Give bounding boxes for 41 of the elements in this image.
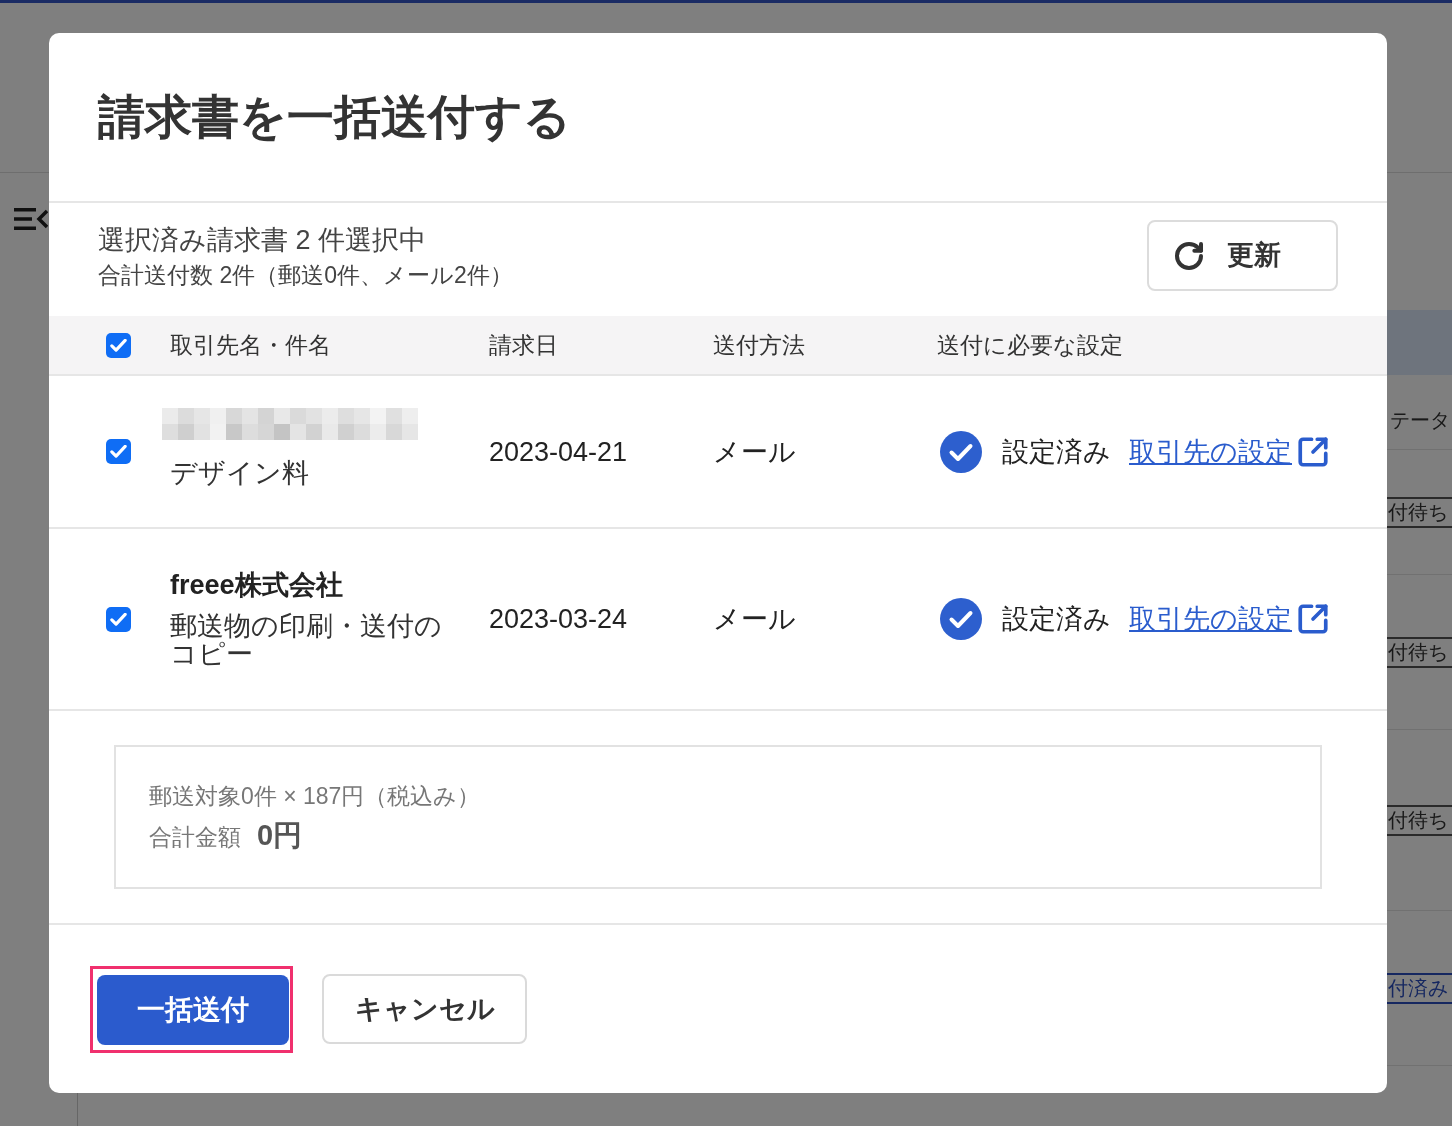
send-count-text: 合計送付数 2件（郵送0件、メール2件） [98, 261, 513, 290]
refresh-button[interactable]: 更新 [1147, 220, 1338, 291]
status-badge: 付済み [1387, 972, 1452, 1004]
refresh-icon [1173, 239, 1205, 272]
send-method: メール [713, 436, 796, 467]
status-badge: 付待ち [1387, 804, 1452, 836]
checkmark-icon [110, 338, 127, 352]
external-link-icon[interactable] [1296, 602, 1330, 636]
selection-summary: 選択済み請求書 2 件選択中 [98, 224, 427, 257]
external-link-icon[interactable] [1296, 434, 1330, 469]
invoice-subject: デザイン料 [170, 458, 309, 487]
checkbox[interactable] [106, 439, 131, 464]
check-circle-icon [940, 430, 982, 473]
checkmark-icon [110, 445, 127, 458]
setting-status: 設定済み [1002, 435, 1111, 468]
bulk-send-button[interactable]: 一括送付 [97, 974, 289, 1045]
invoice-subject: 郵送物の印刷・送付のコピー [170, 612, 443, 668]
invoice-date: 2023-04-21 [489, 436, 628, 467]
postage-line: 郵送対象0件 × 187円（税込み） [149, 782, 481, 811]
client-settings-link[interactable]: 取引先の設定 [1129, 603, 1292, 635]
column-header: 送付に必要な設定 [937, 332, 1123, 358]
column-header: 送付方法 [713, 332, 805, 358]
client-name: freee株式会社 [170, 570, 343, 600]
menu-collapse-icon[interactable] [14, 207, 48, 231]
check-circle-icon [940, 598, 982, 640]
checkmark-icon [110, 612, 127, 626]
setting-status: 設定済み [1002, 603, 1111, 635]
client-settings-link[interactable]: 取引先の設定 [1129, 435, 1292, 468]
dialog-title: 請求書を一括送付する [98, 89, 571, 145]
column-header: 請求日 [489, 332, 558, 358]
checkbox[interactable] [106, 332, 131, 358]
total-amount: 0円 [257, 819, 303, 851]
status-badge: 付待ち [1387, 636, 1452, 668]
status-badge: 付待ち [1387, 496, 1452, 528]
cancel-button[interactable]: キャンセル [322, 974, 527, 1044]
column-header: テータ [1389, 408, 1451, 433]
checkbox[interactable] [106, 606, 131, 632]
send-method: メール [713, 604, 796, 634]
invoice-date: 2023-03-24 [489, 604, 628, 634]
column-header: 取引先名・件名 [170, 332, 331, 358]
total-label: 合計金額 [149, 823, 241, 852]
